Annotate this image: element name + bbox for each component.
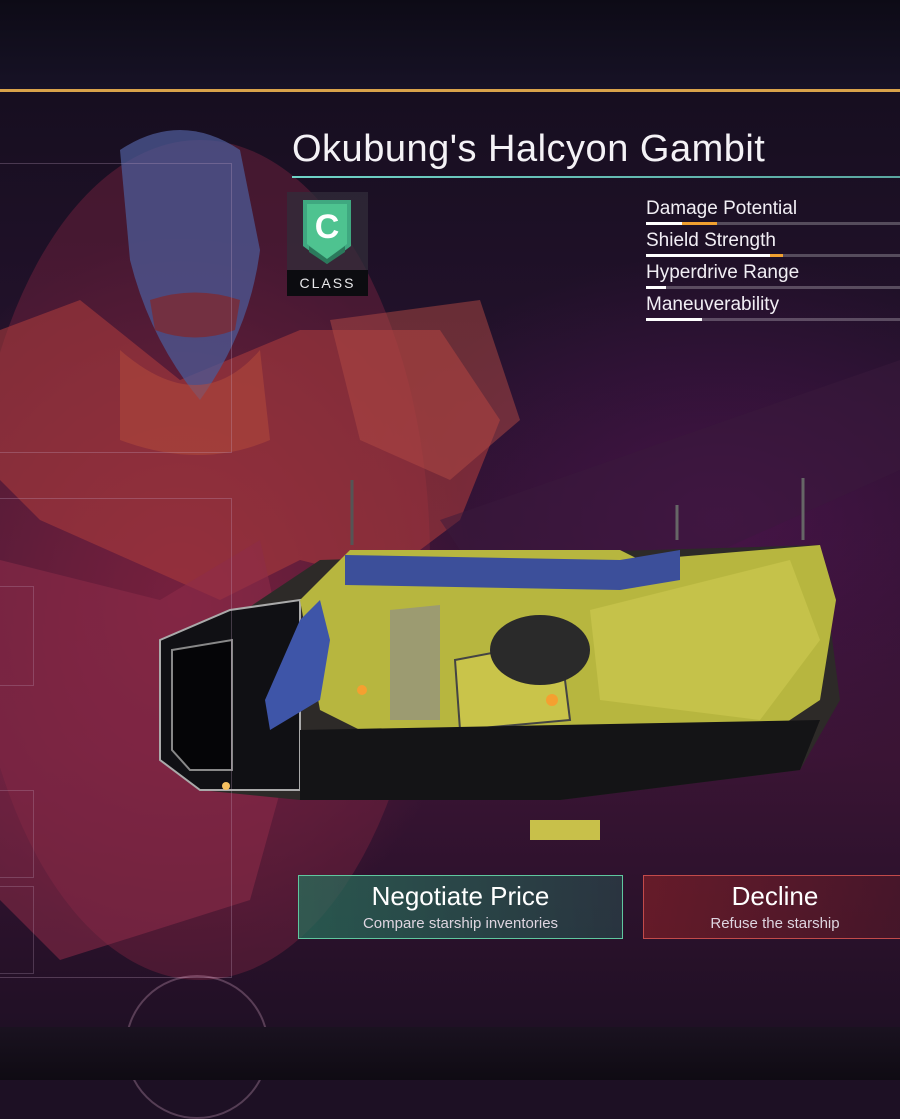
inventory-slot[interactable] bbox=[0, 790, 34, 878]
button-subtitle: Refuse the starship bbox=[710, 915, 840, 932]
stat-hyperdrive-range: Hyperdrive Range bbox=[646, 262, 900, 294]
title-underline bbox=[292, 176, 900, 178]
button-title: Decline bbox=[731, 881, 819, 911]
stat-maneuverability: Maneuverability bbox=[646, 294, 900, 326]
stat-bar-accent bbox=[681, 222, 718, 225]
ship-stats-list: Damage Potential Shield Strength Hyperdr… bbox=[646, 198, 900, 326]
ship-name-title: Okubung's Halcyon Gambit bbox=[292, 128, 766, 170]
npc-info-panel bbox=[0, 163, 232, 453]
button-subtitle: Compare starship inventories bbox=[362, 915, 559, 932]
stat-bar-fill bbox=[646, 254, 771, 257]
class-c-chevron-icon: C bbox=[303, 200, 351, 264]
stat-bar-track bbox=[646, 222, 900, 225]
button-title: Negotiate Price bbox=[371, 881, 550, 911]
decline-button[interactable]: Decline Refuse the starship bbox=[643, 875, 900, 939]
top-header-band bbox=[0, 0, 900, 90]
ship-class-badge: C CLASS bbox=[287, 192, 368, 296]
bottom-footer-band bbox=[0, 1027, 900, 1080]
class-letter: C bbox=[315, 208, 340, 246]
stat-bar-track bbox=[646, 318, 900, 321]
stat-bar-track bbox=[646, 254, 900, 257]
inventory-slot[interactable] bbox=[0, 586, 34, 686]
header-accent-line bbox=[0, 89, 900, 92]
class-label: CLASS bbox=[287, 270, 368, 296]
stat-bar-fill bbox=[646, 286, 667, 289]
stat-damage-potential: Damage Potential bbox=[646, 198, 900, 230]
stat-bar-track bbox=[646, 286, 900, 289]
stat-label: Maneuverability bbox=[646, 294, 780, 315]
stat-bar-fill bbox=[646, 318, 702, 321]
inventory-slot[interactable] bbox=[0, 886, 34, 974]
stat-label: Damage Potential bbox=[646, 198, 798, 219]
stat-bar-accent bbox=[770, 254, 784, 257]
negotiate-price-button[interactable]: Negotiate Price Compare starship invento… bbox=[298, 875, 623, 939]
stat-bar-fill bbox=[646, 222, 682, 225]
stat-label: Shield Strength bbox=[646, 230, 776, 251]
inventory-panel bbox=[0, 498, 232, 978]
stat-label: Hyperdrive Range bbox=[646, 262, 800, 283]
stat-shield-strength: Shield Strength bbox=[646, 230, 900, 262]
